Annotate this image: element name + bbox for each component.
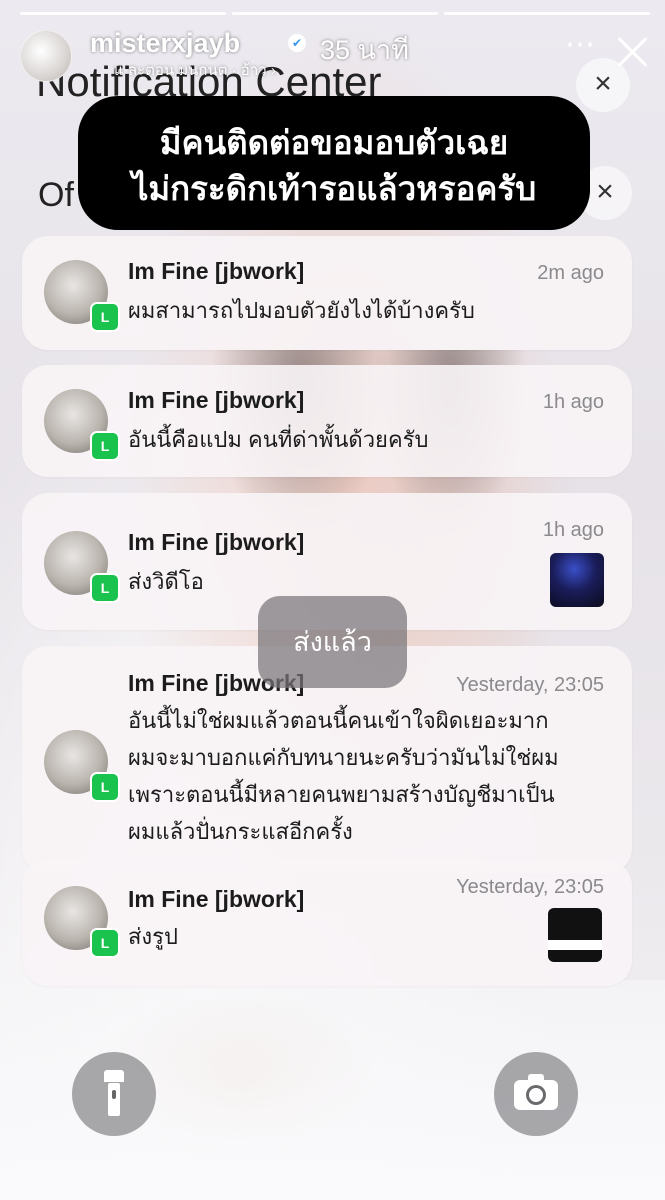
caption-line: ไม่กระดิกเท้ารอแล้วหรอครับ <box>131 170 537 207</box>
notification-message: ส่งวิดีโอ <box>128 569 204 594</box>
notification-section-label: Of <box>38 176 74 214</box>
notification-time: Yesterday, 23:05 <box>456 674 604 696</box>
camera-button[interactable] <box>494 1052 578 1136</box>
notification-time: 1h ago <box>542 519 604 541</box>
story-progress-segment <box>444 12 650 15</box>
notification-message-line: เพราะตอนนี้มีหลายคนพยามสร้างบัญชีมาเป็น <box>128 782 555 807</box>
notification-message: อันนี้คือแปม คนที่ด่าพั้นด้วยครับ <box>128 427 429 452</box>
flashlight-button[interactable] <box>72 1052 156 1136</box>
story-header: misterxjayb ✔ 35 นาที แ ละตอน มนกนต · อ้… <box>20 28 650 82</box>
notification-sender: Im Fine [jbwork] <box>128 529 305 555</box>
notification-message: อันนี้ไม่ใช่ผมแล้วตอนนี้คนเข้าใจผิดเยอะม… <box>128 702 559 850</box>
notification-sender: Im Fine [jbwork] <box>128 258 305 284</box>
avatar[interactable] <box>20 30 72 82</box>
caption-text: มีคนติดต่อขอมอบตัวเฉย ไม่กระดิกเท้ารอแล้… <box>80 120 588 212</box>
notification-message-line: อันนี้ไม่ใช่ผมแล้วตอนนี้คนเข้าใจผิดเยอะม… <box>128 708 549 733</box>
story-username[interactable]: misterxjayb <box>90 28 240 59</box>
close-icon[interactable] <box>614 34 650 70</box>
flashlight-icon <box>104 1070 124 1118</box>
notification-message: ส่งรูป <box>128 924 178 949</box>
notification-time: Yesterday, 23:05 <box>456 876 604 898</box>
line-app-icon: L <box>90 573 120 603</box>
line-app-icon: L <box>90 928 120 958</box>
image-thumbnail <box>548 908 602 962</box>
notification-message: ผมสามารถไปมอบตัวยังไงได้บ้างครับ <box>128 298 475 323</box>
line-app-icon: L <box>90 302 120 332</box>
notification-card[interactable]: L Im Fine [jbwork] 1h ago อันนี้คือแปม ค… <box>22 365 632 477</box>
camera-icon <box>514 1074 558 1110</box>
story-timestamp: 35 นาที <box>320 35 409 65</box>
more-icon[interactable]: ⋯ <box>560 30 600 70</box>
story-progress-segment <box>232 12 438 15</box>
story-progress-bar <box>20 12 650 15</box>
notification-card[interactable]: L Im Fine [jbwork] Yesterday, 23:05 ส่งร… <box>22 860 632 986</box>
notification-sender: Im Fine [jbwork] <box>128 387 305 413</box>
notification-time: 2m ago <box>537 262 604 284</box>
notification-message-line: ผมแล้วปั่นกระแสอีกครั้ง <box>128 819 353 844</box>
story-progress-segment <box>20 12 226 15</box>
notification-sender: Im Fine [jbwork] <box>128 886 305 912</box>
story-music-label[interactable]: แ ละตอน มนกนต · อ้าว › <box>114 58 276 82</box>
notification-card[interactable]: L Im Fine [jbwork] 2m ago ผมสามารถไปมอบต… <box>22 236 632 350</box>
verified-badge-icon: ✔ <box>288 34 306 52</box>
notification-time: 1h ago <box>542 391 604 413</box>
line-app-icon: L <box>90 431 120 461</box>
video-thumbnail <box>550 553 604 607</box>
caption-line: มีคนติดต่อขอมอบตัวเฉย <box>159 124 509 161</box>
notification-message-line: ผมจะมาบอกแค่กับทนายนะครับว่ามันไม่ใช่ผม <box>128 745 559 770</box>
line-app-icon: L <box>90 772 120 802</box>
sent-toast: ส่งแล้ว <box>258 596 407 688</box>
